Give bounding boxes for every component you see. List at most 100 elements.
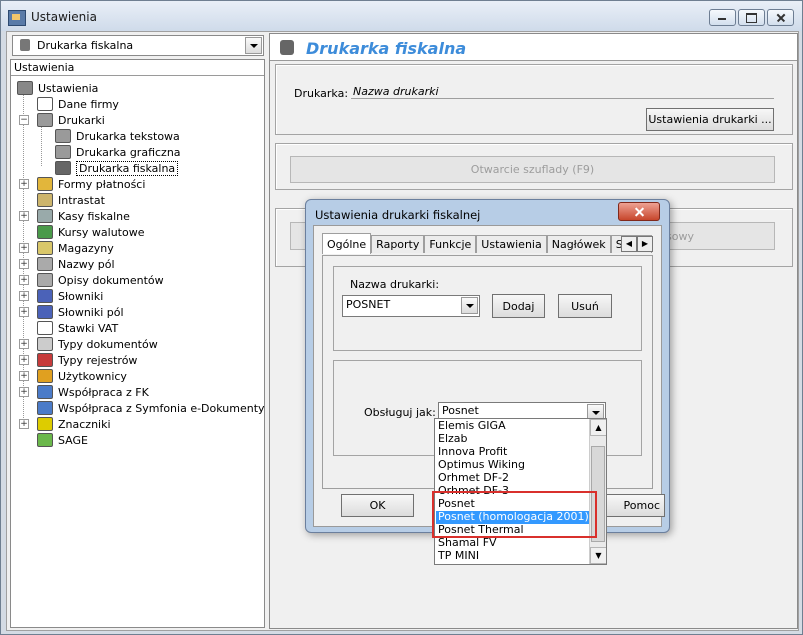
tree-item[interactable]: Intrastat	[37, 192, 105, 208]
tree-item[interactable]: SAGE	[37, 432, 88, 448]
tree-header-label: Ustawienia	[14, 61, 75, 74]
fields-icon	[37, 257, 53, 271]
add-button[interactable]: Dodaj	[492, 294, 545, 318]
tree-expander-icon[interactable]: +	[19, 339, 29, 349]
tree-item[interactable]: Stawki VAT	[37, 320, 118, 336]
tab-scroll-right-icon[interactable]: ▶	[637, 236, 653, 252]
tree-expander-icon[interactable]: +	[19, 179, 29, 189]
tree-item-label: Typy rejestrów	[58, 353, 138, 367]
tree-item[interactable]: Współpraca z Symfonia e-Dokumenty	[37, 400, 265, 416]
dictionary-icon	[37, 289, 53, 303]
tree-item-label: Drukarki	[58, 113, 105, 127]
remove-button[interactable]: Usuń	[558, 294, 612, 318]
dialog-tab[interactable]: Nagłówek	[546, 235, 611, 253]
tree-item[interactable]: Użytkownicy	[37, 368, 127, 384]
tree-expander-icon[interactable]: +	[19, 275, 29, 285]
tree-item[interactable]: Nazwy pól	[37, 256, 115, 272]
cooperation-icon	[37, 385, 53, 399]
tree-expander-icon[interactable]: +	[19, 355, 29, 365]
dialog-title: Ustawienia drukarki fiskalnej	[315, 208, 481, 222]
tree-item[interactable]: Magazyny	[37, 240, 114, 256]
minimize-button[interactable]	[709, 9, 736, 26]
tree-item[interactable]: Znaczniki	[37, 416, 111, 432]
tree-item-label: Współpraca z FK	[58, 385, 149, 399]
printer-name-field[interactable]: Nazwa drukarki	[351, 83, 774, 99]
tree-item[interactable]: Kasy fiskalne	[37, 208, 130, 224]
dropdown-option[interactable]: TP MINI	[438, 550, 588, 563]
tree-item[interactable]: Drukarka fiskalna	[55, 160, 179, 176]
tree-expander-icon[interactable]: +	[19, 211, 29, 221]
tree-item[interactable]: Opisy dokumentów	[37, 272, 164, 288]
document-icon	[37, 273, 53, 287]
tree-item[interactable]: Dane firmy	[37, 96, 119, 112]
dialog-tab[interactable]: Ustawienia	[476, 235, 547, 253]
chevron-down-icon[interactable]	[245, 37, 262, 54]
company-icon	[37, 97, 53, 111]
printer-name-label: Nazwa drukarki:	[350, 278, 440, 291]
tree-item[interactable]: Słowniki pól	[37, 304, 124, 320]
dialog-tab[interactable]: Raporty	[371, 235, 425, 253]
tree-item-label: Ustawienia	[38, 81, 99, 95]
chevron-down-icon[interactable]	[461, 297, 478, 314]
scroll-down-icon[interactable]: ▼	[590, 547, 606, 564]
tree-item-label: Użytkownicy	[58, 369, 127, 383]
tree-item-label: Intrastat	[58, 193, 105, 207]
dialog-close-button[interactable]	[618, 202, 660, 221]
dialog-tab[interactable]: Ogólne	[322, 233, 372, 254]
tree-expander-icon[interactable]: −	[19, 115, 29, 125]
scroll-up-icon[interactable]: ▲	[590, 419, 606, 436]
open-drawer-button[interactable]: Otwarcie szuflady (F9)	[290, 156, 775, 183]
tree-item-label: Współpraca z Symfonia e-Dokumenty	[58, 401, 265, 415]
tree-item[interactable]: Drukarka graficzna	[55, 144, 181, 160]
tree-item[interactable]: Typy dokumentów	[37, 336, 158, 352]
tree-header: Ustawienia	[11, 60, 264, 76]
tree-item[interactable]: Słowniki	[37, 288, 103, 304]
tree-item[interactable]: Formy płatności	[37, 176, 145, 192]
help-button-label: Pomoc	[623, 499, 660, 512]
app-icon	[8, 10, 26, 26]
tree-item[interactable]: Typy rejestrów	[37, 352, 137, 368]
cash-register-icon	[37, 209, 53, 223]
tree-item-label: Dane firmy	[58, 97, 119, 111]
tree-item[interactable]: Współpraca z FK	[37, 384, 149, 400]
fiscal-printer-icon	[55, 161, 71, 175]
tree-item-label: Formy płatności	[58, 177, 146, 191]
tree-expander-icon[interactable]: +	[19, 259, 29, 269]
sage-icon	[37, 433, 53, 447]
ok-button[interactable]: OK	[341, 494, 414, 517]
tree-expander-icon[interactable]: +	[19, 419, 29, 429]
handle-as-select-value: Posnet	[442, 404, 479, 417]
tree-expander-icon[interactable]: +	[19, 371, 29, 381]
users-icon	[37, 369, 53, 383]
tree-item-label: Typy dokumentów	[58, 337, 158, 351]
maximize-button[interactable]	[738, 9, 765, 26]
printer-name-value: Nazwa drukarki	[353, 85, 439, 98]
tree-expander-icon[interactable]: +	[19, 243, 29, 253]
tab-scroll-left-icon[interactable]: ◀	[621, 236, 637, 252]
content-header: Drukarka fiskalna	[270, 34, 797, 61]
extra-button-label: sowy	[666, 229, 694, 243]
currency-icon	[37, 225, 53, 239]
printer-icon	[55, 129, 71, 143]
close-button[interactable]	[767, 9, 794, 26]
document-types-icon	[37, 337, 53, 351]
settings-tree-panel: Ustawienia Ustawienia Dane firmy − Drukarki…	[10, 59, 265, 628]
fiscal-printer-icon	[20, 39, 30, 51]
section-combo[interactable]: Drukarka fiskalna	[12, 35, 264, 56]
printer-settings-button[interactable]: Ustawienia drukarki ...	[646, 108, 774, 131]
tree-item-label: Drukarka graficzna	[76, 145, 181, 159]
printer-label: Drukarka:	[294, 87, 349, 100]
tree-item-label: Magazyny	[58, 241, 114, 255]
help-button[interactable]: Pomoc	[603, 494, 665, 517]
chevron-down-icon[interactable]	[587, 404, 604, 419]
tree-item[interactable]: Drukarka tekstowa	[55, 128, 180, 144]
tree-item[interactable]: Ustawienia	[17, 80, 98, 96]
tree-expander-icon[interactable]: +	[19, 291, 29, 301]
tree-expander-icon[interactable]: +	[19, 387, 29, 397]
tree-expander-icon[interactable]: +	[19, 307, 29, 317]
tree-item[interactable]: Kursy walutowe	[37, 224, 144, 240]
tree-item-label: Nazwy pól	[58, 257, 115, 271]
tree-item[interactable]: Drukarki	[37, 112, 105, 128]
dialog-tab[interactable]: Funkcje	[424, 235, 477, 253]
printer-name-select[interactable]: POSNET	[342, 295, 480, 317]
